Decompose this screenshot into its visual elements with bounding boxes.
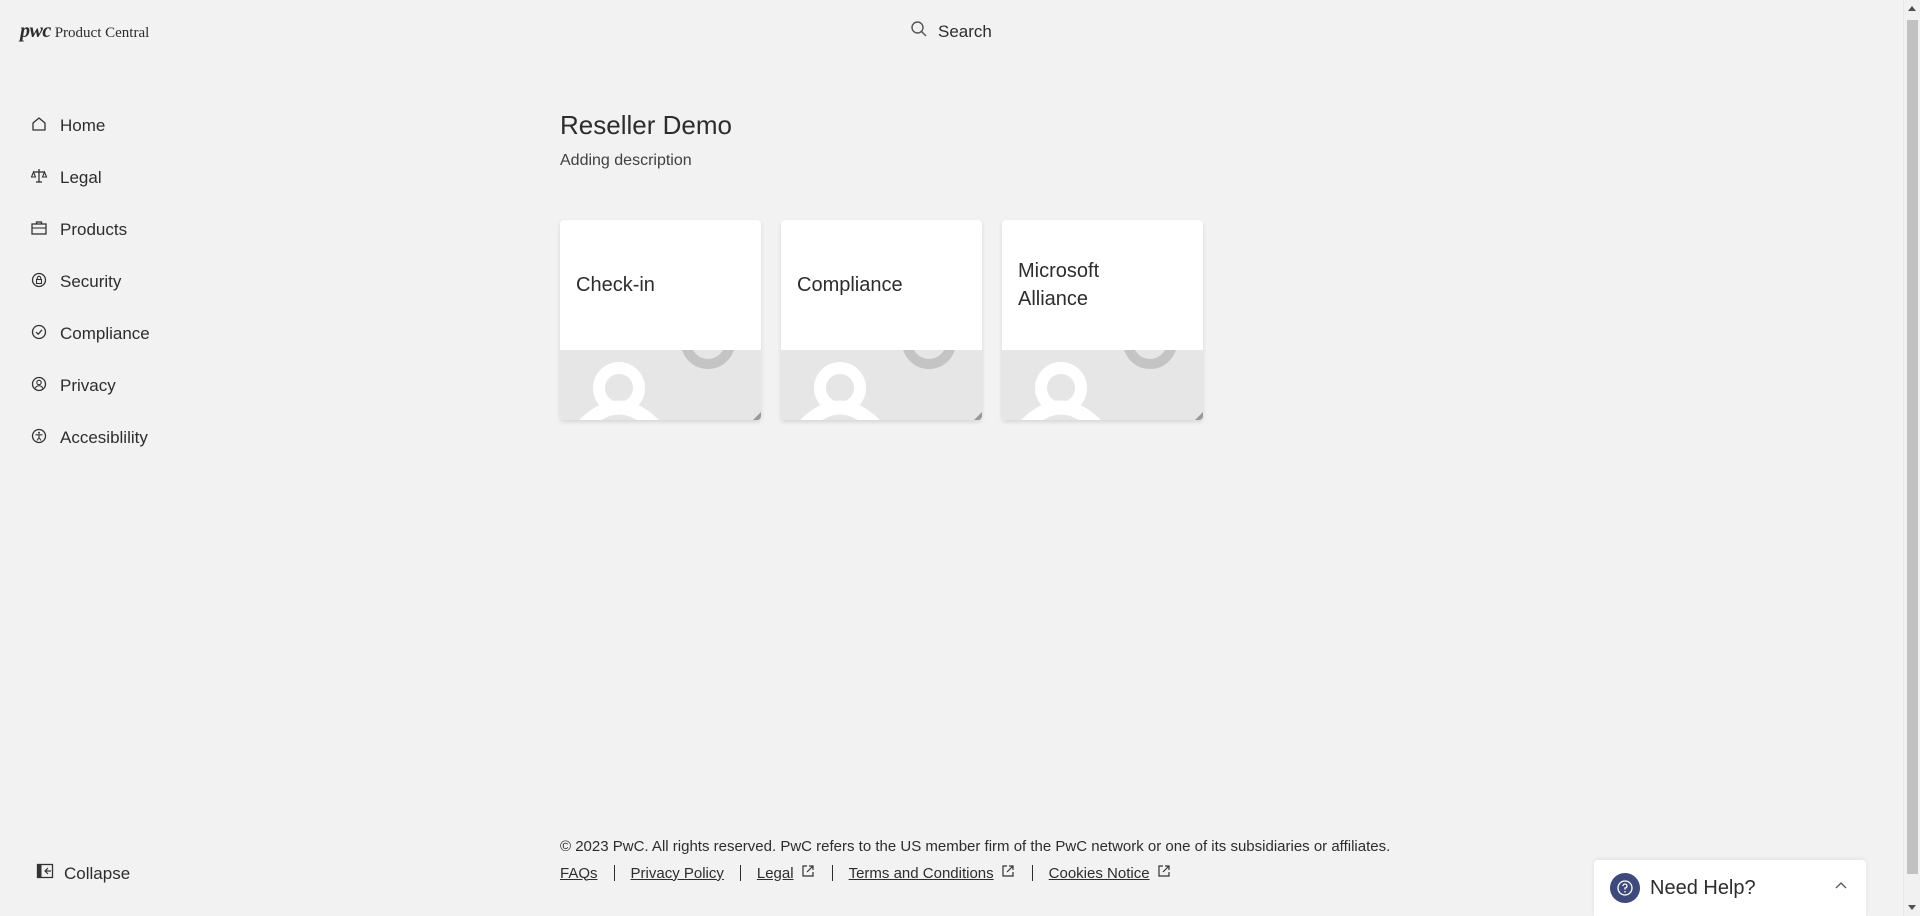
footer-link-label: Privacy Policy [630,864,724,882]
sidebar-item-home[interactable]: Home [30,100,330,152]
collapse-button[interactable]: Collapse [36,862,130,885]
card-grid: Check-in Compliance Microsoft Alliance [560,220,1203,420]
external-link-icon [800,863,816,883]
sidebar-item-label: Compliance [60,324,150,343]
accessibility-icon [30,427,48,450]
search-label: Search [938,21,992,41]
need-help-widget[interactable]: Need Help? [1594,860,1866,916]
card-header: Compliance [781,220,982,350]
external-link-icon [1156,863,1172,883]
help-label: Need Help? [1650,876,1756,899]
card-header: Microsoft Alliance [1002,220,1203,350]
card-title: Check-in [576,274,655,296]
pwc-logo[interactable]: pwc Product Central [20,20,149,43]
card-illustration [1002,350,1203,420]
footer-link-legal[interactable]: Legal [757,863,816,883]
scale-icon [30,167,48,190]
footer-link-faqs[interactable]: FAQs [560,865,598,882]
footer-divider [613,865,615,881]
sidebar-item-security[interactable]: Security [30,256,330,308]
sidebar-item-label: Security [60,272,122,291]
card-header: Check-in [560,220,761,350]
footer-links: FAQs Privacy Policy Legal Terms and Cond… [560,863,1172,883]
sidebar-item-label: Home [60,116,106,135]
footer-link-privacy-policy[interactable]: Privacy Policy [631,865,724,882]
card-microsoft-alliance[interactable]: Microsoft Alliance [1002,220,1203,420]
footer-link-label: Terms and Conditions [848,864,994,882]
sidebar-item-legal[interactable]: Legal [30,152,330,204]
footer-link-label: FAQs [560,864,598,882]
footer-link-label: Cookies Notice [1048,864,1150,882]
logo-mark: pwc [20,20,51,42]
card-title: Compliance [797,274,903,296]
sidebar-item-label: Legal [60,168,102,187]
copyright-text: © 2023 PwC. All rights reserved. PwC ref… [560,838,1391,855]
logo-text: Product Central [54,25,150,41]
collapse-label: Collapse [64,863,131,883]
card-compliance[interactable]: Compliance [781,220,982,420]
card-illustration [781,350,982,420]
footer-divider [831,865,833,881]
footer-link-terms[interactable]: Terms and Conditions [849,863,1016,883]
collapse-icon [36,862,54,885]
help-question-icon [1610,873,1640,903]
footer-link-label: Legal [756,864,794,882]
sidebar-item-label: Products [60,220,128,239]
sidebar-item-label: Accesiblility [60,428,148,447]
chevron-up-icon[interactable] [1832,877,1850,900]
security-icon [30,271,48,294]
search-icon [910,20,928,43]
footer-link-cookies-notice[interactable]: Cookies Notice [1049,863,1172,883]
card-illustration [560,350,761,420]
check-circle-icon [30,323,48,346]
page-title: Reseller Demo [560,110,732,140]
card-check-in[interactable]: Check-in [560,220,761,420]
scroll-down-arrow-icon[interactable] [1908,905,1916,910]
sidebar-item-compliance[interactable]: Compliance [30,308,330,360]
external-link-icon [1000,863,1016,883]
scroll-up-arrow-icon[interactable] [1908,6,1916,11]
page-scrollbar[interactable] [1903,0,1920,916]
page-description: Adding description [560,152,692,169]
briefcase-icon [30,219,48,242]
search-bar[interactable]: Search [910,20,992,43]
sidebar-nav: Home Legal Products Security Compliance … [30,100,330,464]
home-icon [30,115,48,138]
footer-divider [1031,865,1033,881]
sidebar-item-products[interactable]: Products [30,204,330,256]
footer-divider [739,865,741,881]
sidebar-item-privacy[interactable]: Privacy [30,360,330,412]
card-title: Microsoft Alliance [1018,260,1100,310]
scroll-thumb[interactable] [1907,20,1918,874]
sidebar-item-label: Privacy [60,376,116,395]
sidebar-item-accessibility[interactable]: Accesiblility [30,412,330,464]
privacy-user-icon [30,375,48,398]
